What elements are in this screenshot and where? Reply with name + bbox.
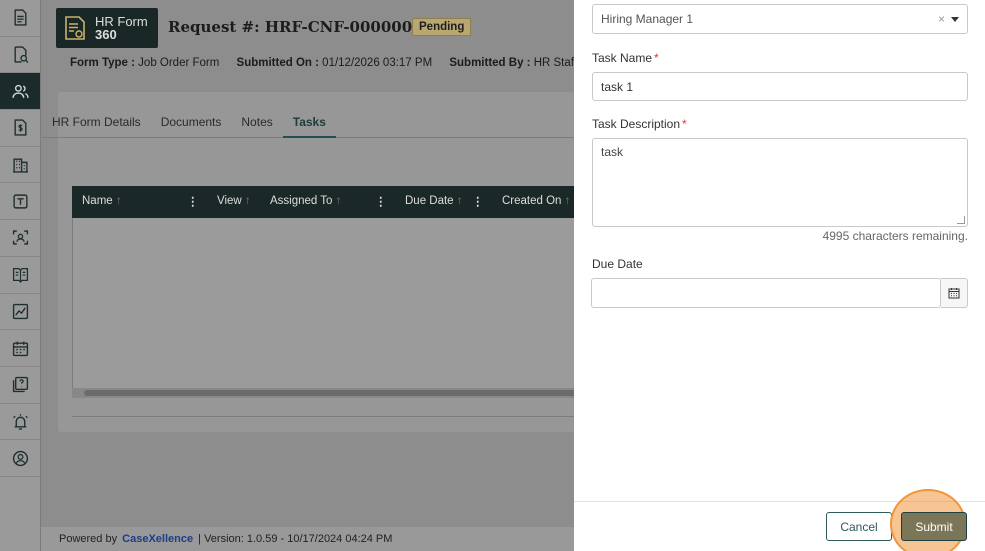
assignee-value: Hiring Manager 1: [601, 12, 694, 26]
user-circle-icon: [12, 450, 28, 466]
alarm-icon: [12, 413, 28, 430]
tab-tasks[interactable]: Tasks: [282, 108, 336, 138]
sort-arrow-icon: ↑: [335, 195, 342, 207]
sidebar-item-billing[interactable]: [0, 110, 40, 147]
column-header-name[interactable]: Name ↑: [82, 195, 122, 207]
tab-hr-form-details[interactable]: HR Form Details: [42, 108, 151, 138]
request-meta: Form Type : Job Order Form Submitted On …: [70, 57, 577, 69]
template-icon: [12, 194, 28, 209]
sidebar-item-users[interactable]: [0, 73, 40, 111]
tasks-table-header: Name ↑ ⋮ View ↑ Assigned To ↑ ⋮ Due Date…: [72, 186, 577, 218]
sidebar-item-alerts[interactable]: [0, 404, 40, 441]
column-header-view[interactable]: View ↑: [217, 195, 251, 207]
document-icon: [13, 9, 27, 26]
calendar-icon: [12, 341, 28, 356]
task-description-value: task: [601, 145, 624, 159]
sort-arrow-icon: ↑: [564, 195, 571, 207]
book-icon: [12, 268, 28, 283]
page-header: HR Form 360 Request #: HRF-CNF-0000001-2…: [56, 8, 616, 48]
tab-notes[interactable]: Notes: [231, 108, 282, 138]
due-date-input[interactable]: [591, 278, 941, 308]
submitted-by-label: Submitted By :: [449, 57, 531, 69]
sidebar-item-search-documents[interactable]: [0, 37, 40, 74]
sidebar-item-library[interactable]: [0, 257, 40, 294]
submitted-on-value: 01/12/2026 03:17 PM: [322, 57, 433, 69]
add-task-panel: Hiring Manager 1 × Task Name * task 1 Tas…: [574, 0, 985, 551]
resize-handle-icon[interactable]: [957, 216, 965, 224]
required-marker: *: [682, 117, 687, 131]
sidebar-item-scan[interactable]: [0, 220, 40, 257]
sort-arrow-icon: ↑: [115, 195, 122, 207]
scrollbar-thumb[interactable]: [84, 390, 577, 396]
required-marker: *: [654, 51, 659, 65]
powered-by-text: Powered by: [59, 533, 118, 545]
column-menu-icon[interactable]: ⋮: [375, 194, 387, 208]
sidebar-item-organization[interactable]: [0, 147, 40, 184]
help-document-icon: [12, 377, 28, 393]
app-footer: Powered by CaseXellence | Version: 1.0.5…: [41, 527, 574, 551]
users-icon: [11, 84, 29, 98]
version-text: Version: 1.0.59 - 10/17/2024 04:24 PM: [204, 533, 393, 545]
calendar-button[interactable]: [941, 278, 968, 308]
app-logo: HR Form 360: [56, 8, 158, 48]
chevron-down-icon[interactable]: [951, 17, 959, 22]
sidebar-item-reports[interactable]: [0, 294, 40, 331]
task-name-input[interactable]: task 1: [592, 72, 968, 101]
tasks-table-body: [72, 218, 577, 398]
column-header-assigned-to[interactable]: Assigned To ↑: [270, 195, 341, 207]
sidebar-item-profile[interactable]: [0, 440, 40, 477]
request-tabs: HR Form Details Documents Notes Tasks: [42, 108, 577, 138]
task-description-textarea[interactable]: task: [592, 138, 968, 227]
column-header-created-on[interactable]: Created On ↑: [502, 195, 570, 207]
form-type-value: Job Order Form: [138, 57, 220, 69]
task-name-label: Task Name *: [592, 51, 659, 65]
footer-separator: |: [198, 533, 202, 545]
request-title: Request #: HRF-CNF-0000001-26: [168, 18, 450, 36]
sidebar-item-documents[interactable]: [0, 0, 40, 37]
sidebar-item-templates[interactable]: [0, 183, 40, 221]
chart-icon: [12, 303, 28, 319]
document-search-icon: [13, 46, 28, 63]
submit-button[interactable]: Submit: [901, 512, 967, 541]
brand-logo: CaseXellence: [122, 533, 194, 545]
task-description-label: Task Description *: [592, 117, 687, 131]
form-logo-icon: [65, 16, 85, 40]
sort-arrow-icon: ↑: [456, 195, 463, 207]
divider: [72, 416, 577, 417]
column-header-due-date[interactable]: Due Date ↑: [405, 195, 463, 207]
form-type-label: Form Type :: [70, 57, 135, 69]
calendar-icon: [948, 288, 960, 299]
due-date-label: Due Date: [592, 257, 643, 271]
tab-documents[interactable]: Documents: [151, 108, 232, 138]
submitted-by-value: HR Staff: [533, 57, 577, 69]
status-badge: Pending: [412, 18, 472, 36]
sort-arrow-icon: ↑: [244, 195, 251, 207]
table-horizontal-scrollbar[interactable]: [72, 388, 577, 398]
sidebar: [0, 0, 41, 551]
scan-icon: [12, 230, 28, 246]
building-icon: [12, 158, 28, 173]
dollar-document-icon: [13, 119, 27, 137]
column-menu-icon[interactable]: ⋮: [187, 194, 199, 208]
assignee-select[interactable]: Hiring Manager 1 ×: [592, 4, 968, 34]
characters-remaining: 4995 characters remaining.: [822, 229, 968, 243]
sidebar-item-calendar[interactable]: [0, 330, 40, 367]
clear-icon[interactable]: ×: [938, 12, 945, 26]
column-menu-icon[interactable]: ⋮: [472, 194, 484, 208]
sidebar-item-help[interactable]: [0, 367, 40, 404]
submitted-on-label: Submitted On :: [236, 57, 319, 69]
cancel-button[interactable]: Cancel: [826, 512, 892, 541]
logo-line2: 360: [95, 27, 117, 42]
